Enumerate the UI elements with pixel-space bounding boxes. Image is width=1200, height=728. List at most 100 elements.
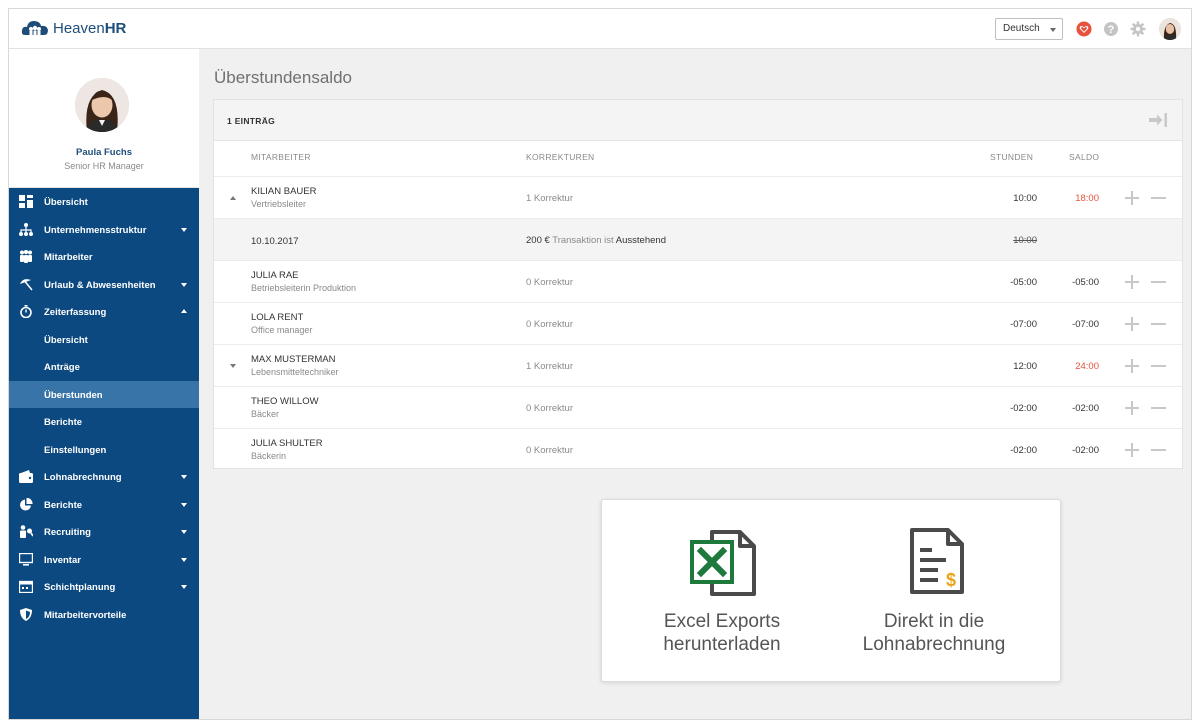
- profile-name: Paula Fuchs: [76, 147, 132, 158]
- people-icon: [20, 250, 32, 263]
- subtract-icon[interactable]: [1151, 197, 1166, 199]
- nav-subitem-overtime[interactable]: Überstunden: [9, 380, 199, 408]
- nav-item-label: Mitarbeiter: [44, 252, 93, 263]
- nav-subitem-settings[interactable]: Einstellungen: [9, 436, 199, 463]
- export-icon[interactable]: [1149, 113, 1167, 127]
- nav-item-employees[interactable]: Mitarbeiter: [9, 243, 199, 270]
- hours-value: 10:00: [1013, 193, 1037, 204]
- nav-item-vacation[interactable]: Urlaub & Abwesenheiten: [9, 271, 199, 298]
- excel-export-label: Excel Exports herunterladen: [612, 610, 832, 656]
- nav-item-label: Berichte: [44, 499, 83, 511]
- correction-detail-row: 10.10.2017 200 € Transaktion ist Aussteh…: [214, 218, 1182, 260]
- hours-value: -02:00: [1010, 403, 1037, 414]
- column-header-hours[interactable]: STUNDEN: [990, 152, 1033, 162]
- nav-item-label: Recruiting: [44, 527, 91, 538]
- wallet-icon: [19, 470, 33, 483]
- table-row[interactable]: THEO WILLOW Bäcker 0 Korrektur -02:00 -0…: [214, 386, 1182, 428]
- balance-value: -02:00: [1072, 403, 1099, 414]
- nav-item-label: Berichte: [44, 417, 83, 428]
- calendar-icon: [19, 580, 33, 593]
- employee-role: Bäckerin: [251, 451, 287, 461]
- employee-name: MAX MUSTERMAN: [251, 354, 336, 365]
- user-avatar[interactable]: [1159, 18, 1181, 40]
- nav-item-company-structure[interactable]: Unternehmensstruktur: [9, 216, 199, 243]
- subtract-icon[interactable]: [1151, 449, 1166, 451]
- nav-item-inventory[interactable]: Inventar: [9, 546, 199, 573]
- add-icon[interactable]: [1125, 275, 1139, 289]
- app-logo[interactable]: HeavenHR: [21, 18, 126, 38]
- nav-item-reports[interactable]: Berichte: [9, 491, 199, 518]
- nav-item-recruiting[interactable]: Recruiting: [9, 518, 199, 545]
- hours-value: -05:00: [1010, 277, 1037, 288]
- table-row[interactable]: MAX MUSTERMAN Lebensmitteltechniker 1 Ko…: [214, 344, 1182, 386]
- hours-value: 12:00: [1013, 361, 1037, 372]
- nav-item-label: Einstellungen: [44, 444, 107, 456]
- stopwatch-icon: [20, 305, 32, 318]
- original-hours-value: 10:00: [1013, 235, 1037, 246]
- correction-date: 10.10.2017: [251, 236, 299, 247]
- table-row[interactable]: JULIA SHULTER Bäckerin 0 Korrektur -02:0…: [214, 428, 1182, 470]
- chevron-down-icon: [181, 585, 187, 589]
- employee-role: Vertriebsleiter: [251, 199, 307, 209]
- language-select-value: Deutsch: [1003, 23, 1040, 34]
- umbrella-icon: [20, 278, 33, 290]
- nav-item-label: Lohnabrechnung: [44, 472, 122, 483]
- profile-role: Senior HR Manager: [64, 161, 144, 171]
- corrections-count: 0 Korrektur: [526, 319, 573, 330]
- nav-item-overview[interactable]: Übersicht: [9, 188, 199, 215]
- transaction-status: Ausstehend: [615, 235, 666, 246]
- add-icon[interactable]: [1125, 443, 1139, 457]
- language-select[interactable]: Deutsch: [995, 18, 1063, 40]
- cloud-logo-icon: [21, 21, 48, 35]
- employee-name: LOLA RENT: [251, 312, 304, 323]
- corrections-count: 1 Korrektur: [526, 361, 573, 372]
- heart-icon[interactable]: [1076, 21, 1092, 37]
- nav-item-payroll[interactable]: Lohnabrechnung: [9, 463, 199, 490]
- table-row[interactable]: KILIAN BAUER Vertriebsleiter 1 Korrektur…: [214, 176, 1182, 218]
- add-icon[interactable]: [1125, 317, 1139, 331]
- column-header-balance[interactable]: SALDO: [1069, 152, 1099, 162]
- excel-export-line-1: Excel Exports: [663, 611, 781, 632]
- nav-item-label: Anträge: [44, 362, 80, 373]
- nav-item-employee-benefits[interactable]: Mitarbeitervorteile: [9, 601, 199, 628]
- chevron-down-icon: [181, 282, 187, 287]
- profile-avatar-image: [75, 78, 129, 132]
- subtract-icon[interactable]: [1151, 323, 1166, 325]
- add-icon[interactable]: [1125, 191, 1139, 205]
- org-chart-icon: [19, 222, 33, 236]
- nav-subitem-requests[interactable]: Anträge: [9, 353, 199, 380]
- nav-item-label: Übersicht: [44, 334, 88, 346]
- recruiting-icon: [20, 525, 33, 538]
- nav-subitem-reports[interactable]: Berichte: [9, 408, 199, 435]
- nav-item-time-tracking[interactable]: Zeiterfassung: [9, 298, 199, 325]
- expand-icon[interactable]: [230, 364, 236, 368]
- column-header-employee[interactable]: MITARBEITER: [251, 152, 311, 162]
- balance-value: 24:00: [1075, 361, 1099, 372]
- column-header-corrections[interactable]: KORREKTUREN: [526, 152, 594, 162]
- balance-value: -02:00: [1072, 445, 1099, 456]
- subtract-icon[interactable]: [1151, 407, 1166, 409]
- subtract-icon[interactable]: [1151, 365, 1166, 367]
- transaction-amount: 200 €: [526, 235, 550, 246]
- profile-avatar[interactable]: [75, 78, 129, 132]
- payroll-line-2: Lohnabrechnung: [862, 634, 1006, 655]
- excel-export-line-2: herunterladen: [663, 634, 781, 655]
- help-icon[interactable]: ?: [1103, 21, 1119, 37]
- hours-value: -02:00: [1010, 445, 1037, 456]
- nav-subitem-overview[interactable]: Übersicht: [9, 326, 199, 353]
- dashboard-icon: [19, 195, 33, 208]
- pie-chart-icon: [20, 497, 33, 510]
- table-row[interactable]: LOLA RENT Office manager 0 Korrektur -07…: [214, 302, 1182, 344]
- gear-icon[interactable]: [1130, 21, 1146, 37]
- collapse-icon[interactable]: [230, 196, 236, 200]
- shield-icon: [20, 607, 32, 621]
- nav-item-shift-planning[interactable]: Schichtplanung: [9, 573, 199, 600]
- subtract-icon[interactable]: [1151, 281, 1166, 283]
- add-icon[interactable]: [1125, 401, 1139, 415]
- balance-value: -07:00: [1072, 319, 1099, 330]
- main-navigation: Übersicht Unternehmensstruktur Mitarbeit…: [9, 188, 199, 719]
- chevron-down-icon: [1050, 28, 1056, 32]
- add-icon[interactable]: [1125, 359, 1139, 373]
- table-row[interactable]: JULIA RAE Betriebsleiterin Produktion 0 …: [214, 260, 1182, 302]
- chevron-up-icon: [181, 309, 187, 313]
